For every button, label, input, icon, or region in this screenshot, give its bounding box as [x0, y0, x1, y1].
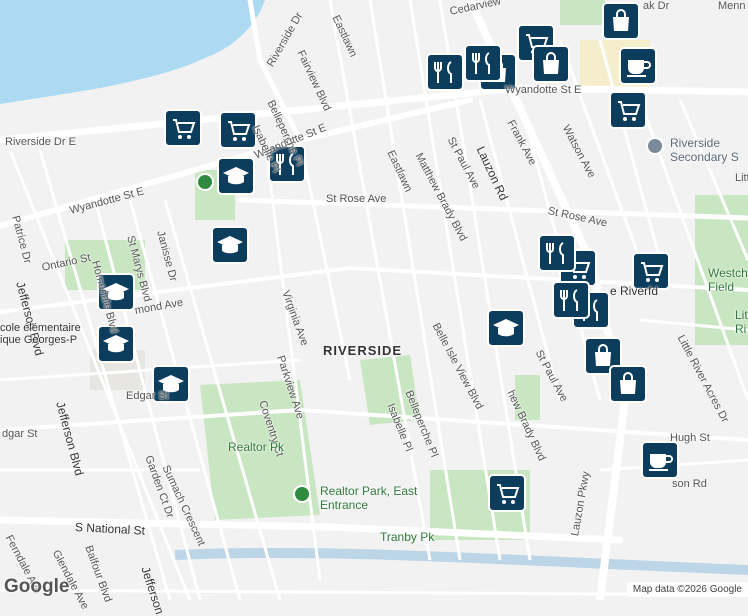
street-label: St Rose Ave: [326, 193, 387, 205]
school-icon: [217, 157, 255, 195]
street-label: Edgar St: [126, 390, 169, 402]
street-label: Wyandotte St E: [505, 84, 582, 96]
coffee-icon: [619, 47, 657, 85]
school-icon: [487, 309, 525, 347]
shopping-cart-icon: [488, 474, 526, 512]
street-label: ak Dr: [643, 0, 670, 12]
restaurant-icon: [426, 53, 464, 91]
park-label: Realtor Park, East Entrance: [320, 484, 418, 512]
shopping-bag-icon: [602, 2, 640, 40]
school-icon: [211, 226, 249, 264]
park-marker-icon: [196, 173, 214, 191]
school-label: cole élémentaire ique Georges-P: [0, 322, 81, 346]
street-label: Litt: [735, 172, 748, 184]
street-label: Menn: [718, 0, 746, 12]
school-marker-icon: [646, 137, 664, 155]
park-area: [560, 0, 605, 25]
street-label: e Riverfd: [610, 284, 659, 298]
street-label: dgar St: [2, 428, 38, 440]
street-label: Riverside Dr E: [5, 136, 76, 148]
park-marker-icon: [293, 485, 311, 503]
park-label: Tranby Pk: [380, 530, 435, 544]
shopping-bag-icon: [609, 365, 647, 403]
google-logo: Google: [4, 576, 70, 597]
shopping-cart-icon: [164, 109, 202, 147]
restaurant-icon: [552, 281, 590, 319]
restaurant-icon: [464, 44, 502, 82]
park-label: Realtor Pk: [228, 440, 285, 454]
shopping-cart-icon: [609, 91, 647, 129]
coffee-icon: [641, 441, 679, 479]
restaurant-icon: [538, 234, 576, 272]
street-label: son Rd: [672, 478, 707, 490]
district-label: RIVERSIDE: [323, 343, 403, 358]
map-attribution[interactable]: Map data ©2026 Google: [626, 582, 748, 597]
shopping-bag-icon: [532, 45, 570, 83]
street-label: Hugh St: [670, 432, 710, 444]
park-label: Westche Field: [708, 266, 748, 294]
park-label: Littl Ri: [735, 308, 748, 336]
school-label: Riverside Secondary S: [670, 136, 739, 164]
